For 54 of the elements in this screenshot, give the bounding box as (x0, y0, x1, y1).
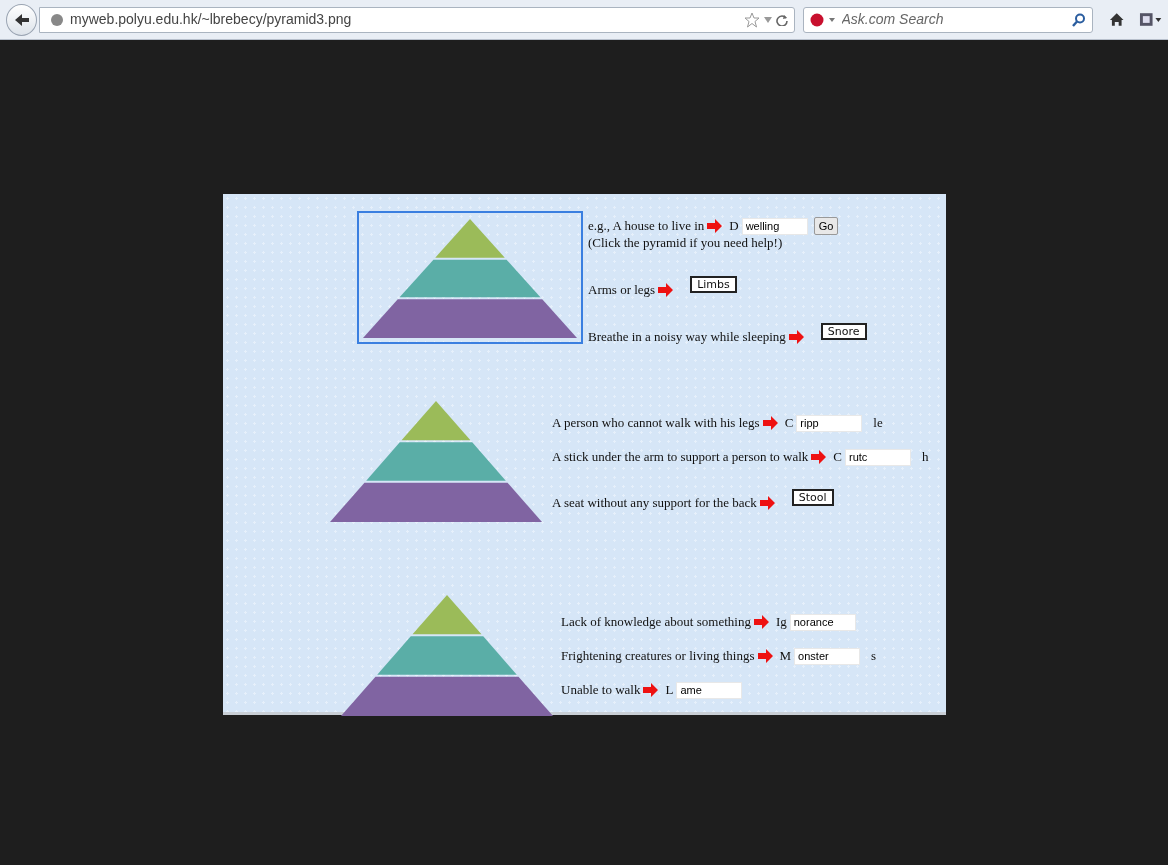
search-icon (1072, 12, 1087, 27)
hint-letters: D (729, 217, 739, 236)
arrow-icon (658, 283, 674, 297)
arrow-icon (707, 219, 723, 233)
pyramid-drawing[interactable] (359, 213, 581, 342)
hint-letters: Ig (775, 613, 787, 632)
hint-letters: C (784, 414, 794, 433)
home-icon[interactable] (1109, 12, 1125, 27)
arrow-icon (643, 683, 659, 697)
help-note: (Click the pyramid if you need help!) (588, 236, 784, 250)
search-engine-icon (809, 12, 836, 27)
answer-label: Stool (791, 488, 834, 506)
hint-letters: L (665, 681, 674, 700)
hint-letters: h (922, 448, 929, 467)
dropdown-icon (763, 16, 772, 23)
answer-field[interactable]: ame (676, 681, 743, 699)
search-input[interactable]: Ask.com Search (839, 8, 1069, 31)
answer-field[interactable]: welling (741, 217, 808, 235)
url-field[interactable]: myweb.polyu.edu.hk/~lbrebecy/pyramid3.png (68, 8, 740, 31)
arrow-icon (788, 330, 804, 344)
answer-label: Limbs (690, 275, 737, 293)
answer-label: Snore (820, 322, 867, 340)
question-text: Lack of knowledge about something (561, 613, 751, 632)
pyramid-drawing[interactable] (341, 595, 553, 716)
hint-letters: C (833, 448, 842, 467)
arrow-icon (753, 615, 769, 629)
pyramid-drawing[interactable] (330, 401, 542, 522)
question-text: e.g., A house to live in (588, 217, 705, 236)
answer-field[interactable]: ripp (796, 414, 863, 432)
arrow-icon (811, 450, 827, 464)
go-button[interactable]: Go (813, 217, 839, 235)
answer-field[interactable]: rutc (845, 448, 911, 466)
reload-icon (775, 13, 788, 26)
question-text: Frightening creatures or living things (561, 647, 755, 666)
question-text: A seat without any support for the back (552, 494, 757, 513)
hint-letters: s (871, 647, 877, 666)
back-button[interactable] (6, 3, 38, 36)
hint-letters: M (779, 647, 792, 666)
hint-letters: le (873, 414, 883, 433)
answer-field[interactable]: norance (789, 613, 856, 631)
question-text: Unable to walk (561, 681, 641, 700)
question-text: A person who cannot walk with his legs (552, 414, 760, 433)
question-text: Arms or legs (588, 281, 656, 300)
answer-field[interactable]: onster (794, 647, 861, 665)
question-text: Breathe in a noisy way while sleeping (588, 328, 786, 347)
back-arrow-icon (13, 12, 30, 27)
arrow-icon (762, 416, 778, 430)
bookmarks-icon[interactable] (1138, 12, 1162, 27)
star-icon (743, 11, 760, 28)
address-bar[interactable]: myweb.polyu.edu.hk/~lbrebecy/pyramid3.png (39, 6, 795, 33)
arrow-icon (757, 649, 773, 663)
question-text: A stick under the arm to support a person to walk (552, 448, 809, 467)
search-bar[interactable]: Ask.com Search (802, 6, 1094, 33)
arrow-icon (759, 496, 775, 510)
